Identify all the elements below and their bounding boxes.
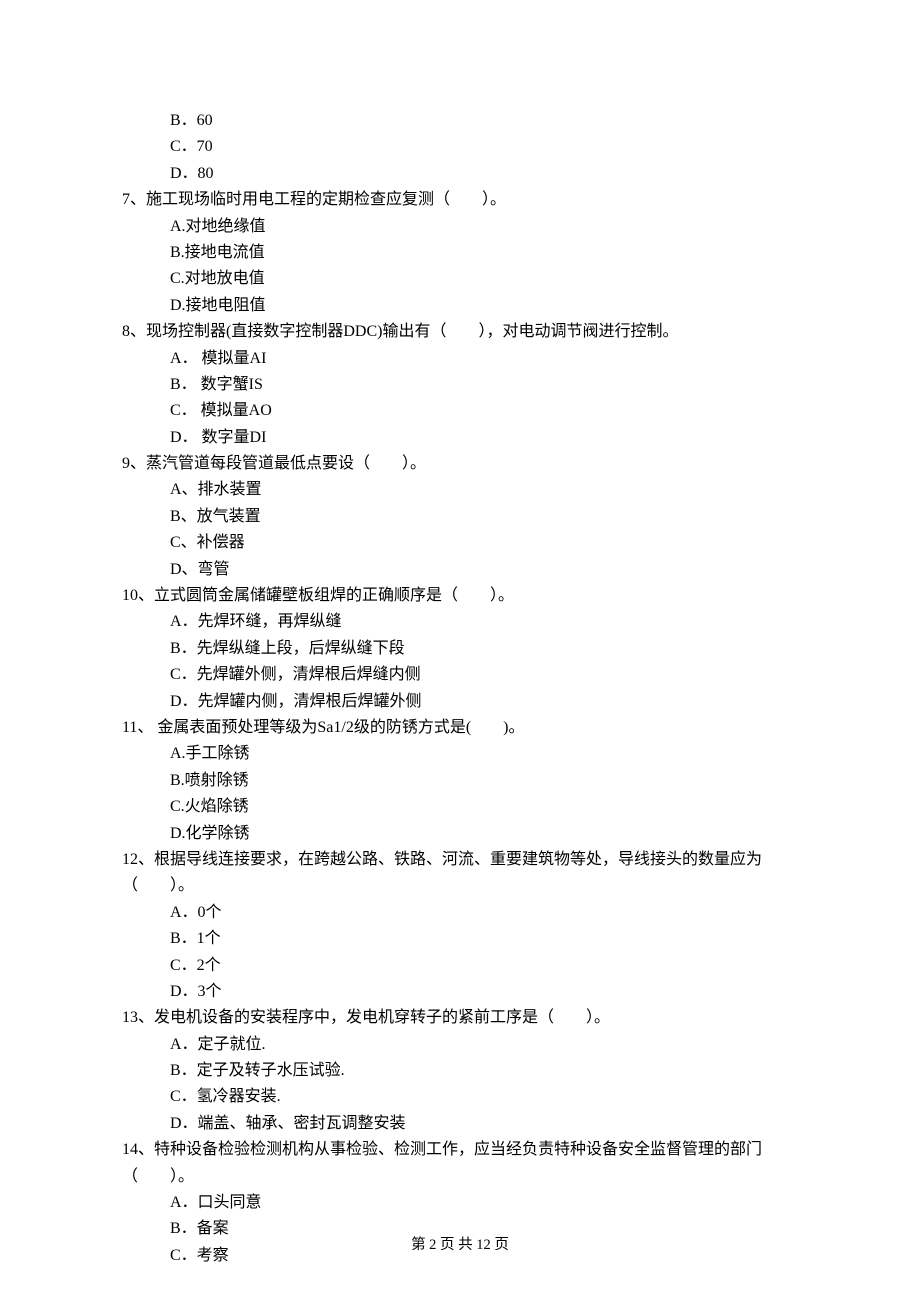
question-stem: 10、立式圆筒金属储罐壁板组焊的正确顺序是（ ）。 bbox=[122, 583, 800, 609]
option-text: A． 模拟量AI bbox=[170, 346, 800, 372]
option-text: B.接地电流值 bbox=[170, 240, 800, 266]
option-text: B.喷射除锈 bbox=[170, 768, 800, 794]
option-text: D．先焊罐内侧，清焊根后焊罐外侧 bbox=[170, 689, 800, 715]
question-block: 10、立式圆筒金属储罐壁板组焊的正确顺序是（ ）。 A．先焊环缝，再焊纵缝 B．… bbox=[122, 583, 800, 715]
option-text: A．先焊环缝，再焊纵缝 bbox=[170, 609, 800, 635]
question-block: 11、 金属表面预处理等级为Sa1/2级的防锈方式是( )。 A.手工除锈 B.… bbox=[122, 715, 800, 847]
option-text: D.化学除锈 bbox=[170, 821, 800, 847]
option-text: B．定子及转子水压试验. bbox=[170, 1058, 800, 1084]
option-text: B．60 bbox=[170, 108, 800, 134]
option-text: C．2个 bbox=[170, 953, 800, 979]
option-text: D．80 bbox=[170, 161, 800, 187]
option-text: A.对地绝缘值 bbox=[170, 214, 800, 240]
question-block: 8、现场控制器(直接数字控制器DDC)输出有（ ），对电动调节阀进行控制。 A．… bbox=[122, 319, 800, 451]
option-text: B、放气装置 bbox=[170, 504, 800, 530]
question-stem: 13、发电机设备的安装程序中，发电机穿转子的紧前工序是（ ）。 bbox=[122, 1005, 800, 1031]
question-block: 13、发电机设备的安装程序中，发电机穿转子的紧前工序是（ ）。 A．定子就位. … bbox=[122, 1005, 800, 1137]
question-stem: 8、现场控制器(直接数字控制器DDC)输出有（ ），对电动调节阀进行控制。 bbox=[122, 319, 800, 345]
question-block: 9、蒸汽管道每段管道最低点要设（ ）。 A、排水装置 B、放气装置 C、补偿器 … bbox=[122, 451, 800, 583]
question-stem: 9、蒸汽管道每段管道最低点要设（ ）。 bbox=[122, 451, 800, 477]
option-text: A．0个 bbox=[170, 900, 800, 926]
question-stem: 12、根据导线连接要求，在跨越公路、铁路、河流、重要建筑物等处，导线接头的数量应… bbox=[122, 847, 800, 873]
option-text: B． 数字蟹IS bbox=[170, 372, 800, 398]
question-stem: （ ）。 bbox=[122, 873, 800, 899]
option-text: C．氢冷器安装. bbox=[170, 1084, 800, 1110]
page-footer: 第 2 页 共 12 页 bbox=[0, 1234, 920, 1258]
option-text: D．3个 bbox=[170, 979, 800, 1005]
page-content: B．60 C．70 D．80 7、施工现场临时用电工程的定期检查应复测（ ）。 … bbox=[0, 0, 920, 1269]
option-text: C、补偿器 bbox=[170, 530, 800, 556]
option-text: A.手工除锈 bbox=[170, 741, 800, 767]
option-text: C．先焊罐外侧，清焊根后焊缝内侧 bbox=[170, 662, 800, 688]
option-text: C.火焰除锈 bbox=[170, 794, 800, 820]
option-text: D.接地电阻值 bbox=[170, 293, 800, 319]
option-text: C． 模拟量AO bbox=[170, 398, 800, 424]
continued-options-block: B．60 C．70 D．80 bbox=[122, 108, 800, 187]
option-text: A．定子就位. bbox=[170, 1032, 800, 1058]
option-text: C.对地放电值 bbox=[170, 266, 800, 292]
question-block: 12、根据导线连接要求，在跨越公路、铁路、河流、重要建筑物等处，导线接头的数量应… bbox=[122, 847, 800, 1005]
option-text: B．1个 bbox=[170, 926, 800, 952]
question-stem: （ ）。 bbox=[122, 1164, 800, 1190]
option-text: C．70 bbox=[170, 134, 800, 160]
option-text: D．端盖、轴承、密封瓦调整安装 bbox=[170, 1111, 800, 1137]
option-text: A、排水装置 bbox=[170, 477, 800, 503]
option-text: D． 数字量DI bbox=[170, 425, 800, 451]
option-text: A．口头同意 bbox=[170, 1190, 800, 1216]
option-text: D、弯管 bbox=[170, 557, 800, 583]
question-stem: 7、施工现场临时用电工程的定期检查应复测（ ）。 bbox=[122, 187, 800, 213]
question-stem: 14、特种设备检验检测机构从事检验、检测工作，应当经负责特种设备安全监督管理的部… bbox=[122, 1137, 800, 1163]
option-text: B．先焊纵缝上段，后焊纵缝下段 bbox=[170, 636, 800, 662]
question-block: 7、施工现场临时用电工程的定期检查应复测（ ）。 A.对地绝缘值 B.接地电流值… bbox=[122, 187, 800, 319]
question-stem: 11、 金属表面预处理等级为Sa1/2级的防锈方式是( )。 bbox=[122, 715, 800, 741]
